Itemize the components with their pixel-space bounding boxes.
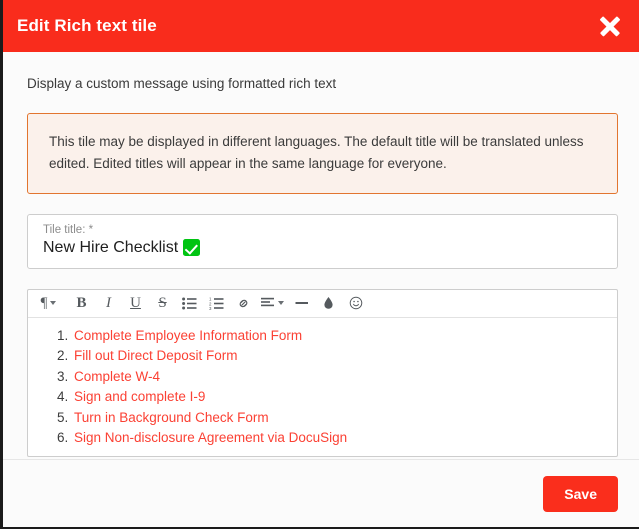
list-item: Fill out Direct Deposit Form: [72, 346, 607, 367]
emoji-icon[interactable]: [343, 291, 368, 315]
tile-title-value: New Hire Checklist: [43, 239, 178, 257]
save-button[interactable]: Save: [543, 476, 618, 512]
horizontal-rule-svg: [295, 297, 309, 309]
white-check-mark-icon: [183, 239, 200, 256]
link-icon[interactable]: [231, 291, 256, 315]
list-item: Turn in Background Check Form: [72, 408, 607, 429]
italic-icon[interactable]: I: [96, 291, 121, 315]
pilcrow-icon: ¶: [41, 295, 48, 312]
checklist: Complete Employee Information Form Fill …: [38, 326, 607, 449]
modal-body: Display a custom message using formatted…: [3, 52, 639, 459]
rich-text-editor: ¶ B I U S: [27, 289, 618, 457]
strikethrough-icon[interactable]: S: [150, 291, 175, 315]
underline-glyph: U: [130, 295, 141, 312]
chevron-down-icon: [50, 301, 56, 305]
link-svg: [236, 296, 251, 311]
editor-toolbar: ¶ B I U S: [28, 290, 617, 318]
list-item-text: Sign Non-disclosure Agreement via DocuSi…: [74, 430, 347, 445]
list-item: Sign Non-disclosure Agreement via DocuSi…: [72, 428, 607, 449]
list-item-text: Sign and complete I-9: [74, 389, 205, 404]
list-item-text: Complete W-4: [74, 369, 160, 384]
align-icon[interactable]: [258, 291, 287, 315]
list-item: Complete Employee Information Form: [72, 326, 607, 347]
tile-title-input[interactable]: New Hire Checklist: [43, 239, 603, 257]
modal-footer: Save: [3, 459, 639, 527]
bold-glyph: B: [76, 295, 86, 312]
modal-subtitle: Display a custom message using formatted…: [27, 76, 618, 91]
text-color-icon[interactable]: [316, 291, 341, 315]
page-title: Edit Rich text tile: [17, 16, 157, 36]
chevron-down-icon-align: [278, 301, 284, 305]
align-svg: [261, 297, 275, 309]
strikethrough-glyph: S: [158, 295, 166, 312]
translation-notice: This tile may be displayed in different …: [27, 113, 618, 194]
modal-header: Edit Rich text tile: [3, 0, 639, 52]
translation-notice-text: This tile may be displayed in different …: [49, 134, 584, 171]
tile-title-label: Tile title: *: [43, 224, 603, 236]
droplet-svg: [323, 296, 334, 310]
numbered-list-svg: 1 2 3: [209, 297, 224, 310]
list-item: Sign and complete I-9: [72, 387, 607, 408]
svg-text:3: 3: [209, 306, 212, 310]
edit-rich-text-tile-modal: Edit Rich text tile Display a custom mes…: [0, 0, 639, 529]
smiley-svg: [349, 296, 363, 310]
numbered-list-icon[interactable]: 1 2 3: [204, 291, 229, 315]
list-item-text: Turn in Background Check Form: [74, 410, 269, 425]
horizontal-rule-icon[interactable]: [289, 291, 314, 315]
bulleted-list-svg: [182, 297, 197, 310]
list-item-text: Fill out Direct Deposit Form: [74, 348, 238, 363]
bulleted-list-icon[interactable]: [177, 291, 202, 315]
underline-icon[interactable]: U: [123, 291, 148, 315]
editor-content[interactable]: Complete Employee Information Form Fill …: [28, 318, 617, 456]
list-item: Complete W-4: [72, 367, 607, 388]
italic-glyph: I: [106, 295, 111, 312]
paragraph-format-icon[interactable]: ¶: [36, 291, 61, 315]
tile-title-field[interactable]: Tile title: * New Hire Checklist: [27, 214, 618, 269]
list-item-text: Complete Employee Information Form: [74, 328, 302, 343]
bold-icon[interactable]: B: [69, 291, 94, 315]
close-icon[interactable]: [597, 13, 623, 39]
